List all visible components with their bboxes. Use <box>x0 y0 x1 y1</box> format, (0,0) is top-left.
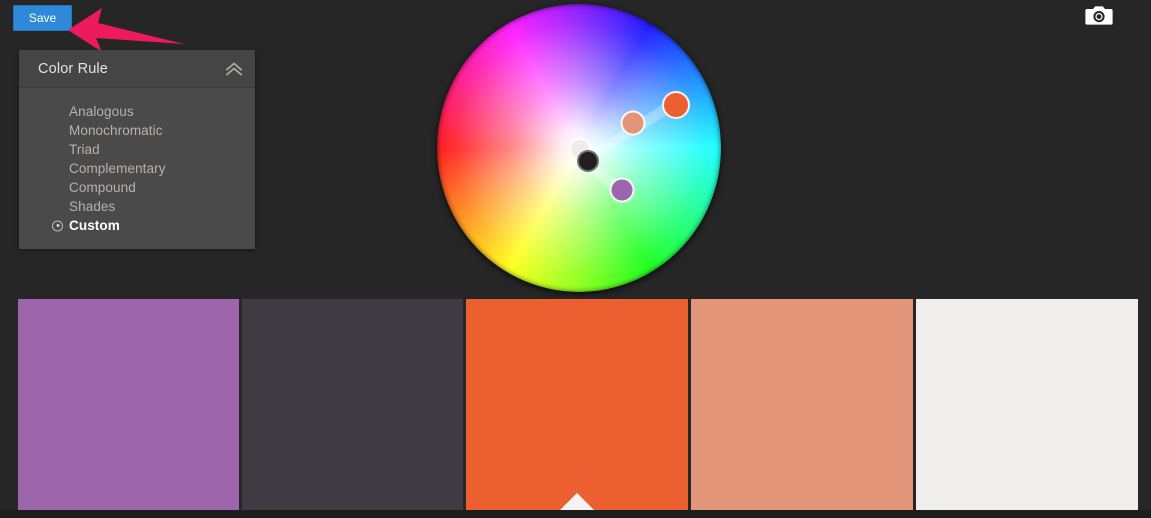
color-swatch-strip <box>0 299 1151 510</box>
wheel-marker-base[interactable] <box>577 150 599 172</box>
panel-title: Color Rule <box>38 60 108 77</box>
rule-item-label: Monochromatic <box>69 123 163 138</box>
rule-item-label: Shades <box>69 199 116 214</box>
swatch-dark[interactable] <box>242 299 463 510</box>
annotation-arrow <box>68 8 184 52</box>
color-wheel[interactable] <box>437 4 721 292</box>
swatch-offwhite[interactable] <box>916 299 1138 510</box>
rule-item-analogous[interactable]: Analogous <box>19 102 255 121</box>
swatch-salmon[interactable] <box>691 299 913 510</box>
rule-item-custom[interactable]: Custom <box>19 216 255 235</box>
save-button[interactable]: Save <box>13 5 72 31</box>
wheel-marker-orange[interactable] <box>662 91 690 119</box>
rule-item-monochromatic[interactable]: Monochromatic <box>19 121 255 140</box>
rule-item-complementary[interactable]: Complementary <box>19 159 255 178</box>
bottom-bar <box>0 510 1151 518</box>
rule-item-label: Analogous <box>69 104 134 119</box>
camera-icon[interactable] <box>1085 4 1113 26</box>
rule-item-triad[interactable]: Triad <box>19 140 255 159</box>
chevron-double-up-icon[interactable] <box>225 61 243 76</box>
rule-item-label: Triad <box>69 142 100 157</box>
color-rule-list: Analogous Monochromatic Triad Complement… <box>19 88 255 249</box>
active-swatch-pointer-icon <box>560 493 594 510</box>
wheel-marker-salmon[interactable] <box>620 110 646 136</box>
swatch-orange[interactable] <box>466 299 688 510</box>
color-wheel-app: Save Color Rule Analogous Monochromatic <box>0 0 1151 518</box>
radio-selected-icon <box>52 220 63 231</box>
rule-item-shades[interactable]: Shades <box>19 197 255 216</box>
color-rule-panel-header[interactable]: Color Rule <box>19 50 255 88</box>
rule-item-compound[interactable]: Compound <box>19 178 255 197</box>
rule-item-label: Complementary <box>69 161 166 176</box>
swatch-purple[interactable] <box>18 299 239 510</box>
wheel-marker-purple[interactable] <box>609 177 635 203</box>
rule-item-label: Compound <box>69 180 136 195</box>
strip-left-padding <box>0 299 18 510</box>
color-rule-panel: Color Rule Analogous Monochromatic Triad <box>19 50 255 249</box>
